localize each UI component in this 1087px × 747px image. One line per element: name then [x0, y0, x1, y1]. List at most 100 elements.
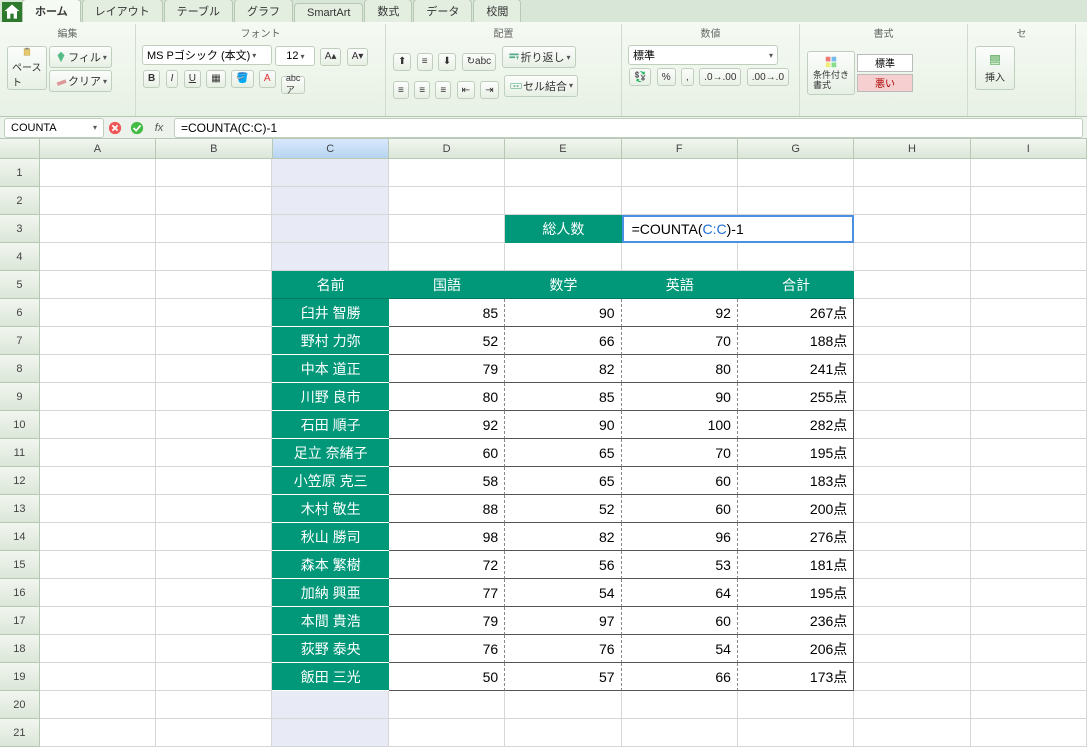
- cell-H3[interactable]: [854, 215, 970, 243]
- insert-cell-button[interactable]: 挿入: [975, 46, 1015, 90]
- row-header-20[interactable]: 20: [0, 691, 40, 719]
- data-cell[interactable]: 54: [622, 635, 738, 663]
- data-cell[interactable]: 76: [505, 635, 621, 663]
- cell-B11[interactable]: [156, 439, 272, 467]
- cell-G20[interactable]: [738, 691, 854, 719]
- cell-B8[interactable]: [156, 355, 272, 383]
- cell-I5[interactable]: [971, 271, 1087, 299]
- fill-button[interactable]: フィル ▾: [49, 46, 112, 68]
- total-cell[interactable]: 181点: [738, 551, 854, 579]
- cell-B10[interactable]: [156, 411, 272, 439]
- cell-H7[interactable]: [854, 327, 970, 355]
- data-cell[interactable]: 82: [505, 355, 621, 383]
- cell-H6[interactable]: [854, 299, 970, 327]
- table-header[interactable]: 数学: [505, 271, 621, 299]
- data-cell[interactable]: 96: [622, 523, 738, 551]
- cell-A9[interactable]: [40, 383, 156, 411]
- data-cell[interactable]: 64: [622, 579, 738, 607]
- data-cell[interactable]: 60: [622, 495, 738, 523]
- merge-button[interactable]: セル結合▾: [504, 75, 578, 97]
- comma-button[interactable]: ,: [681, 68, 694, 86]
- data-cell[interactable]: 70: [622, 439, 738, 467]
- data-cell[interactable]: 79: [389, 607, 505, 635]
- border-button[interactable]: ▦: [206, 70, 225, 88]
- data-cell[interactable]: 82: [505, 523, 621, 551]
- cell-I9[interactable]: [971, 383, 1087, 411]
- row-header-12[interactable]: 12: [0, 467, 40, 495]
- row-header-13[interactable]: 13: [0, 495, 40, 523]
- data-cell[interactable]: 85: [389, 299, 505, 327]
- cell-I21[interactable]: [971, 719, 1087, 747]
- name-cell[interactable]: 石田 順子: [272, 411, 388, 439]
- name-cell[interactable]: 川野 良市: [272, 383, 388, 411]
- orientation-button[interactable]: ↻abc: [462, 53, 497, 71]
- cell-A12[interactable]: [40, 467, 156, 495]
- cell-D3[interactable]: [389, 215, 505, 243]
- cell-I7[interactable]: [971, 327, 1087, 355]
- row-header-17[interactable]: 17: [0, 607, 40, 635]
- row-header-4[interactable]: 4: [0, 243, 40, 271]
- cell-B3[interactable]: [156, 215, 272, 243]
- data-cell[interactable]: 65: [505, 467, 621, 495]
- tab-table[interactable]: テーブル: [164, 0, 233, 22]
- data-cell[interactable]: 100: [622, 411, 738, 439]
- name-box[interactable]: COUNTA ▾: [4, 118, 104, 138]
- cell-H9[interactable]: [854, 383, 970, 411]
- data-cell[interactable]: 56: [505, 551, 621, 579]
- name-cell[interactable]: 加納 興亜: [272, 579, 388, 607]
- cell-B20[interactable]: [156, 691, 272, 719]
- cell-A16[interactable]: [40, 579, 156, 607]
- cell-B7[interactable]: [156, 327, 272, 355]
- clear-button[interactable]: クリア ▾: [49, 70, 112, 92]
- cell-B2[interactable]: [156, 187, 272, 215]
- cell-style-bad[interactable]: 悪い: [857, 74, 913, 92]
- cell-F21[interactable]: [622, 719, 738, 747]
- cell-B18[interactable]: [156, 635, 272, 663]
- name-cell[interactable]: 足立 奈緒子: [272, 439, 388, 467]
- cell-A11[interactable]: [40, 439, 156, 467]
- name-cell[interactable]: 秋山 勝司: [272, 523, 388, 551]
- total-cell[interactable]: 282点: [738, 411, 854, 439]
- row-header-1[interactable]: 1: [0, 159, 40, 187]
- row-header-21[interactable]: 21: [0, 719, 40, 747]
- data-cell[interactable]: 60: [622, 607, 738, 635]
- cell-H5[interactable]: [854, 271, 970, 299]
- cell-B5[interactable]: [156, 271, 272, 299]
- cell-H13[interactable]: [854, 495, 970, 523]
- cell-B9[interactable]: [156, 383, 272, 411]
- cell-A5[interactable]: [40, 271, 156, 299]
- cell-E21[interactable]: [505, 719, 621, 747]
- col-header-F[interactable]: F: [622, 139, 738, 159]
- total-cell[interactable]: 236点: [738, 607, 854, 635]
- cell-B14[interactable]: [156, 523, 272, 551]
- total-cell[interactable]: 255点: [738, 383, 854, 411]
- col-header-B[interactable]: B: [156, 139, 272, 159]
- cell-F2[interactable]: [622, 187, 738, 215]
- cell-G1[interactable]: [738, 159, 854, 187]
- cell-A7[interactable]: [40, 327, 156, 355]
- tab-formula[interactable]: 数式: [364, 0, 412, 22]
- cell-A19[interactable]: [40, 663, 156, 691]
- cell-I16[interactable]: [971, 579, 1087, 607]
- cell-H20[interactable]: [854, 691, 970, 719]
- tab-data[interactable]: データ: [413, 0, 472, 22]
- cell-B6[interactable]: [156, 299, 272, 327]
- cell-H15[interactable]: [854, 551, 970, 579]
- data-cell[interactable]: 77: [389, 579, 505, 607]
- cell-D1[interactable]: [389, 159, 505, 187]
- cell-B16[interactable]: [156, 579, 272, 607]
- row-header-11[interactable]: 11: [0, 439, 40, 467]
- data-cell[interactable]: 54: [505, 579, 621, 607]
- cell-I2[interactable]: [971, 187, 1087, 215]
- col-header-E[interactable]: E: [505, 139, 621, 159]
- name-cell[interactable]: 荻野 泰央: [272, 635, 388, 663]
- cell-D4[interactable]: [389, 243, 505, 271]
- cell-C4[interactable]: [272, 243, 388, 271]
- cell-B1[interactable]: [156, 159, 272, 187]
- percent-button[interactable]: %: [657, 68, 676, 86]
- cell-H18[interactable]: [854, 635, 970, 663]
- align-left-button[interactable]: ≡: [393, 81, 409, 99]
- total-cell[interactable]: 195点: [738, 579, 854, 607]
- data-cell[interactable]: 60: [622, 467, 738, 495]
- cell-H14[interactable]: [854, 523, 970, 551]
